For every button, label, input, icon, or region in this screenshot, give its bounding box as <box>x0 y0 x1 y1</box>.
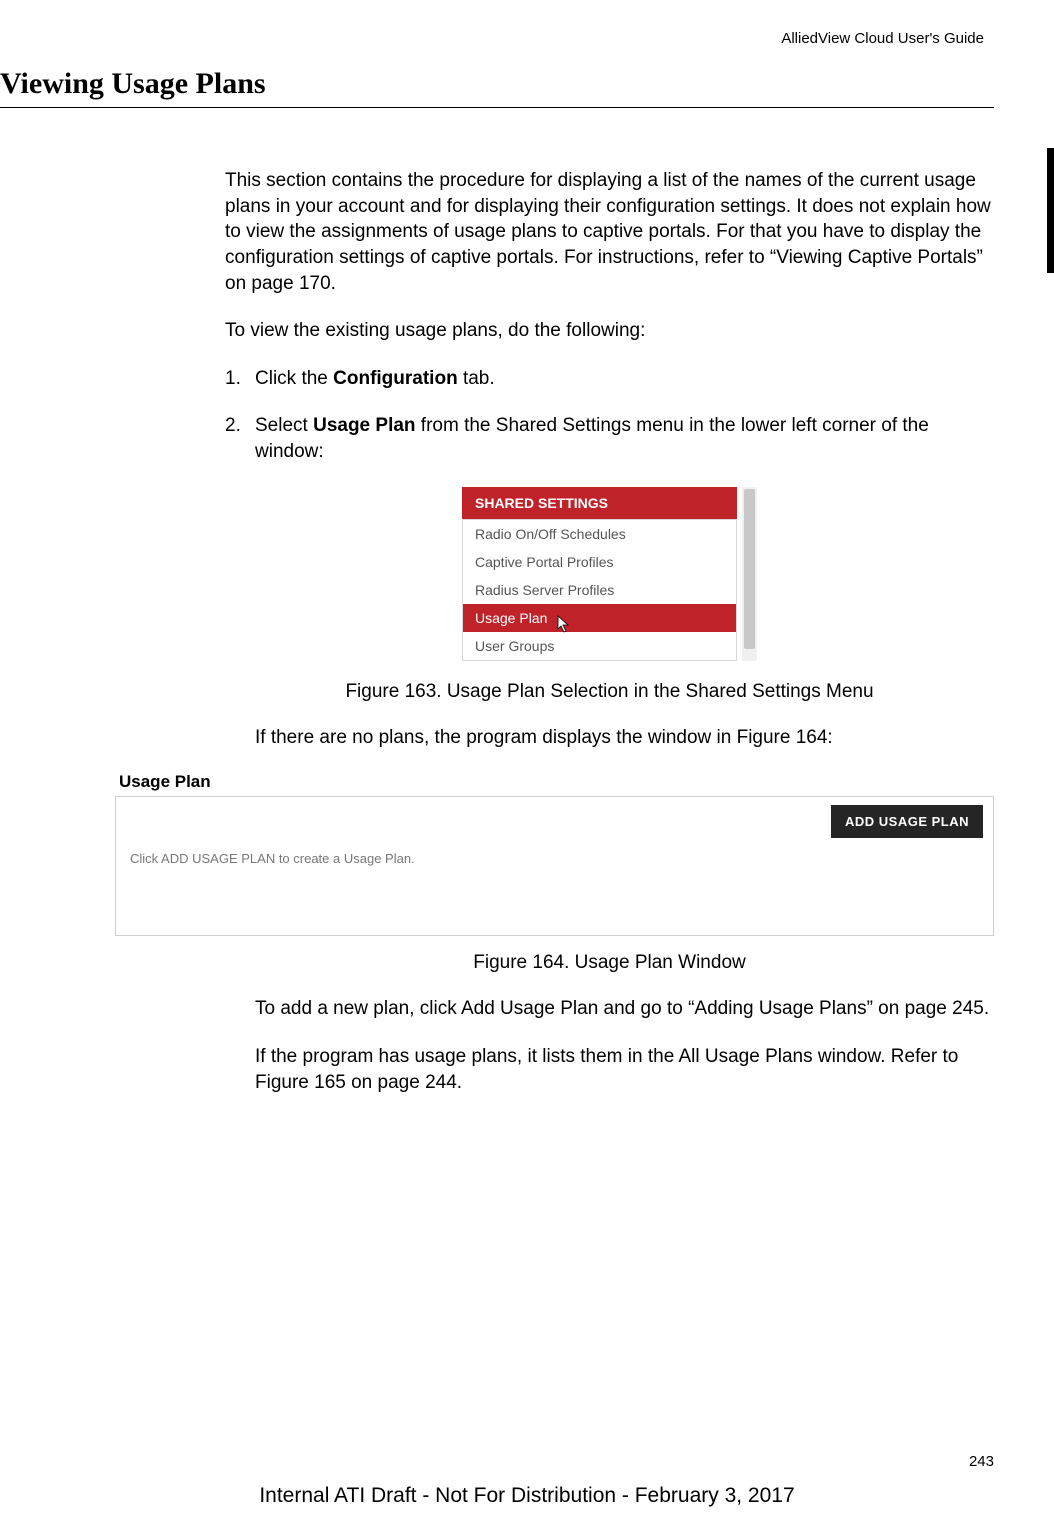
add-plan-paragraph: To add a new plan, click Add Usage Plan … <box>255 996 994 1022</box>
figure-164-caption: Figure 164. Usage Plan Window <box>225 952 994 974</box>
add-usage-plan-button[interactable]: ADD USAGE PLAN <box>831 805 983 838</box>
step-2-bold: Usage Plan <box>313 415 415 436</box>
usage-plan-empty-text: Click ADD USAGE PLAN to create a Usage P… <box>130 851 979 866</box>
menu-item-usage-plan-label: Usage Plan <box>475 610 547 626</box>
step-1: 1. Click the Configuration tab. <box>225 366 994 392</box>
menu-item-radius-server[interactable]: Radius Server Profiles <box>463 576 736 604</box>
usage-plan-window: Usage Plan ADD USAGE PLAN Click ADD USAG… <box>115 772 994 936</box>
step-1-bold: Configuration <box>333 368 458 389</box>
has-plans-paragraph: If the program has usage plans, it lists… <box>255 1044 994 1095</box>
step-number: 2. <box>225 413 255 464</box>
step-1-post: tab. <box>458 368 495 389</box>
procedure-intro: To view the existing usage plans, do the… <box>225 318 994 344</box>
step-2-pre: Select <box>255 415 313 436</box>
no-plans-paragraph: If there are no plans, the program displ… <box>255 725 994 751</box>
footer-draft-notice: Internal ATI Draft - Not For Distributio… <box>0 1484 1054 1508</box>
usage-plan-title: Usage Plan <box>115 772 994 792</box>
menu-item-user-groups[interactable]: User Groups <box>463 632 736 660</box>
header-guide-title: AlliedView Cloud User's Guide <box>0 30 984 47</box>
shared-settings-menu: SHARED SETTINGS Radio On/Off Schedules C… <box>462 487 757 661</box>
intro-paragraph: This section contains the procedure for … <box>225 168 994 296</box>
section-title: Viewing Usage Plans <box>0 67 994 108</box>
figure-163-caption: Figure 163. Usage Plan Selection in the … <box>225 681 994 703</box>
step-1-pre: Click the <box>255 368 333 389</box>
shared-settings-header: SHARED SETTINGS <box>462 487 737 519</box>
change-bar <box>1047 148 1054 273</box>
menu-item-radio-schedules[interactable]: Radio On/Off Schedules <box>463 520 736 548</box>
menu-item-usage-plan[interactable]: Usage Plan <box>463 604 736 632</box>
menu-item-captive-portal[interactable]: Captive Portal Profiles <box>463 548 736 576</box>
step-number: 1. <box>225 366 255 392</box>
page-number: 243 <box>969 1453 994 1470</box>
scrollbar[interactable] <box>742 487 757 661</box>
step-2: 2. Select Usage Plan from the Shared Set… <box>225 413 994 464</box>
scrollbar-thumb[interactable] <box>744 489 755 649</box>
